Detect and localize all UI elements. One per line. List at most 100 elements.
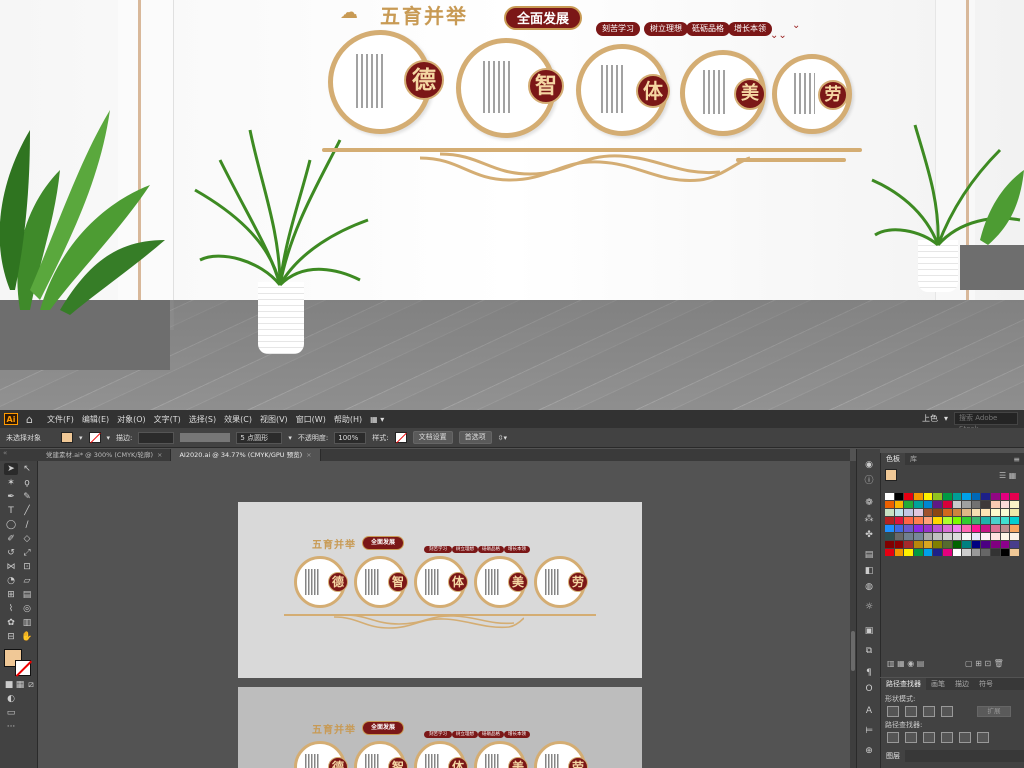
color-swatch[interactable]	[933, 533, 942, 540]
free-transform-tool-icon[interactable]: ⊡	[20, 561, 34, 573]
color-swatch[interactable]	[962, 493, 971, 500]
color-swatch[interactable]	[933, 517, 942, 524]
color-swatch[interactable]	[981, 501, 991, 508]
color-swatch[interactable]	[885, 517, 894, 524]
color-swatch[interactable]	[962, 509, 971, 516]
color-swatch[interactable]	[885, 541, 894, 548]
color-swatch[interactable]	[913, 517, 923, 524]
color-swatch[interactable]	[1010, 493, 1019, 500]
chevron-down-icon[interactable]: ▾	[288, 434, 292, 442]
color-swatch[interactable]	[942, 517, 952, 524]
align-icon[interactable]: ⇳▾	[498, 434, 507, 442]
color-swatch[interactable]	[962, 541, 971, 548]
color-swatch[interactable]	[942, 533, 952, 540]
trim-button[interactable]	[905, 732, 917, 743]
color-swatch[interactable]	[952, 525, 962, 532]
color-swatch[interactable]	[913, 549, 923, 556]
stock-search-input[interactable]: 搜索 Adobe Stock	[954, 412, 1018, 433]
color-swatch[interactable]	[962, 549, 971, 556]
color-swatch[interactable]	[894, 549, 904, 556]
transparency-icon[interactable]: ◍	[862, 581, 876, 593]
active-fill-swatch[interactable]	[885, 469, 897, 481]
color-swatch[interactable]	[913, 533, 923, 540]
color-swatch[interactable]	[981, 517, 991, 524]
color-swatch[interactable]	[904, 549, 913, 556]
color-swatch[interactable]	[942, 501, 952, 508]
color-swatch[interactable]	[991, 533, 1000, 540]
eyedropper-tool-icon[interactable]: ⌇	[4, 603, 18, 615]
color-swatch[interactable]	[894, 533, 904, 540]
color-swatch[interactable]	[913, 493, 923, 500]
color-swatch[interactable]	[904, 525, 913, 532]
shape-builder-tool-icon[interactable]: ◔	[4, 575, 18, 587]
layers-icon[interactable]: ▣	[862, 625, 876, 637]
scrollbar-thumb[interactable]	[851, 631, 855, 671]
minus-back-button[interactable]	[977, 732, 989, 743]
color-swatch[interactable]	[962, 525, 971, 532]
color-swatch[interactable]	[894, 501, 904, 508]
selection-tool-icon[interactable]: ➤	[4, 463, 18, 475]
color-swatch[interactable]	[991, 501, 1000, 508]
color-swatch[interactable]	[894, 493, 904, 500]
color-swatch[interactable]	[1000, 525, 1010, 532]
color-swatch[interactable]	[942, 509, 952, 516]
fill-swatch[interactable]	[61, 432, 73, 443]
tab-libraries[interactable]: 库	[905, 453, 922, 465]
color-swatch[interactable]	[952, 541, 962, 548]
column-graph-tool-icon[interactable]: ▥	[20, 617, 34, 629]
stroke-weight-input[interactable]	[138, 431, 175, 444]
menu-type[interactable]: 文字(T)	[154, 414, 181, 425]
color-swatch[interactable]	[1010, 509, 1019, 516]
swatch-library-icon[interactable]: ▥ ▦ ◉ ▤	[887, 659, 924, 668]
color-swatch[interactable]	[923, 533, 933, 540]
color-swatch[interactable]	[923, 517, 933, 524]
tab-brushes[interactable]: 画笔	[926, 678, 950, 690]
color-swatch[interactable]	[981, 541, 991, 548]
color-swatch[interactable]	[962, 533, 971, 540]
color-swatch[interactable]	[885, 509, 894, 516]
color-swatch[interactable]	[971, 501, 981, 508]
color-swatch[interactable]	[1000, 541, 1010, 548]
color-swatch[interactable]	[942, 549, 952, 556]
color-swatch[interactable]	[1000, 501, 1010, 508]
color-swatch[interactable]	[1000, 517, 1010, 524]
color-swatch[interactable]	[971, 509, 981, 516]
info-icon[interactable]: ⓘ	[862, 475, 876, 487]
color-swatch[interactable]	[962, 501, 971, 508]
properties-icon[interactable]: ◉	[862, 459, 876, 471]
expand-button[interactable]: 扩展	[977, 706, 1011, 717]
color-swatch[interactable]	[981, 509, 991, 516]
color-swatch[interactable]	[942, 541, 952, 548]
panel-menu-icon[interactable]: ≡	[1013, 455, 1020, 464]
color-swatch[interactable]	[1010, 517, 1019, 524]
menu-file[interactable]: 文件(F)	[47, 414, 74, 425]
color-swatch[interactable]	[904, 509, 913, 516]
transform-icon[interactable]: ⊕	[862, 745, 876, 757]
color-swatch[interactable]	[933, 509, 942, 516]
color-swatch[interactable]	[894, 509, 904, 516]
color-swatch[interactable]	[952, 517, 962, 524]
color-swatch[interactable]	[971, 541, 981, 548]
color-swatch[interactable]	[913, 525, 923, 532]
chevron-down-icon[interactable]: ▾	[107, 434, 111, 442]
chevron-down-icon[interactable]: ▾	[79, 434, 83, 442]
lasso-tool-icon[interactable]: ϙ	[20, 477, 34, 489]
color-swatch[interactable]	[981, 549, 991, 556]
color-swatch[interactable]	[885, 501, 894, 508]
color-swatch[interactable]	[991, 549, 1000, 556]
color-guide-icon[interactable]: ❁	[862, 497, 876, 509]
color-swatch[interactable]	[885, 533, 894, 540]
color-swatch[interactable]	[962, 517, 971, 524]
color-swatch[interactable]	[1010, 533, 1019, 540]
color-swatch[interactable]	[1010, 541, 1019, 548]
color-swatch[interactable]	[952, 501, 962, 508]
menu-object[interactable]: 对象(O)	[117, 414, 146, 425]
color-swatch[interactable]	[913, 501, 923, 508]
symbol-sprayer-tool-icon[interactable]: ✿	[4, 617, 18, 629]
color-swatch[interactable]	[1010, 501, 1019, 508]
direct-selection-tool-icon[interactable]: ↖	[20, 463, 34, 475]
crop-button[interactable]	[941, 732, 953, 743]
color-swatch[interactable]	[1010, 525, 1019, 532]
width-tool-icon[interactable]: ⋈	[4, 561, 18, 573]
color-swatch[interactable]	[991, 509, 1000, 516]
